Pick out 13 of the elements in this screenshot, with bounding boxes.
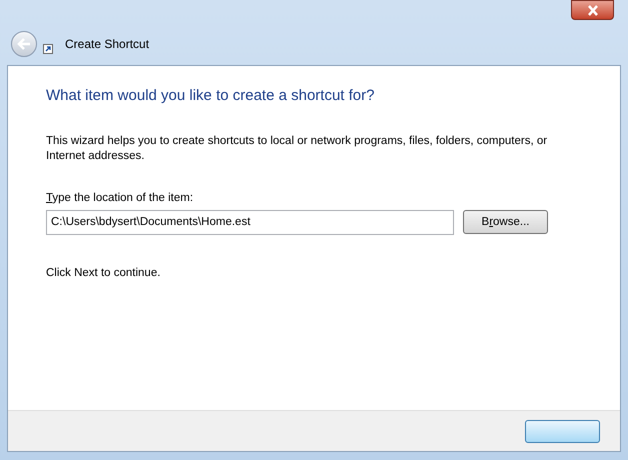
window-title: Create Shortcut	[65, 36, 150, 52]
close-button[interactable]	[571, 0, 614, 20]
browse-button[interactable]: Browse...	[463, 210, 548, 234]
shortcut-icon	[43, 44, 53, 54]
back-button[interactable]	[11, 30, 37, 56]
location-label: Type the location of the item:	[46, 190, 194, 206]
description-text: This wizard helps you to create shortcuts to local or network programs, files, folders, computers, or Internet addresses.	[46, 134, 548, 164]
next-button[interactable]	[525, 420, 600, 442]
back-arrow-icon	[17, 38, 31, 50]
hint-text: Click Next to continue.	[46, 266, 162, 281]
location-field[interactable]: C:\Users\bdysert\Documents\Home.est	[46, 210, 454, 235]
close-icon	[586, 4, 598, 16]
wizard-heading: What item would you like to create a shortcut for?	[46, 86, 376, 106]
